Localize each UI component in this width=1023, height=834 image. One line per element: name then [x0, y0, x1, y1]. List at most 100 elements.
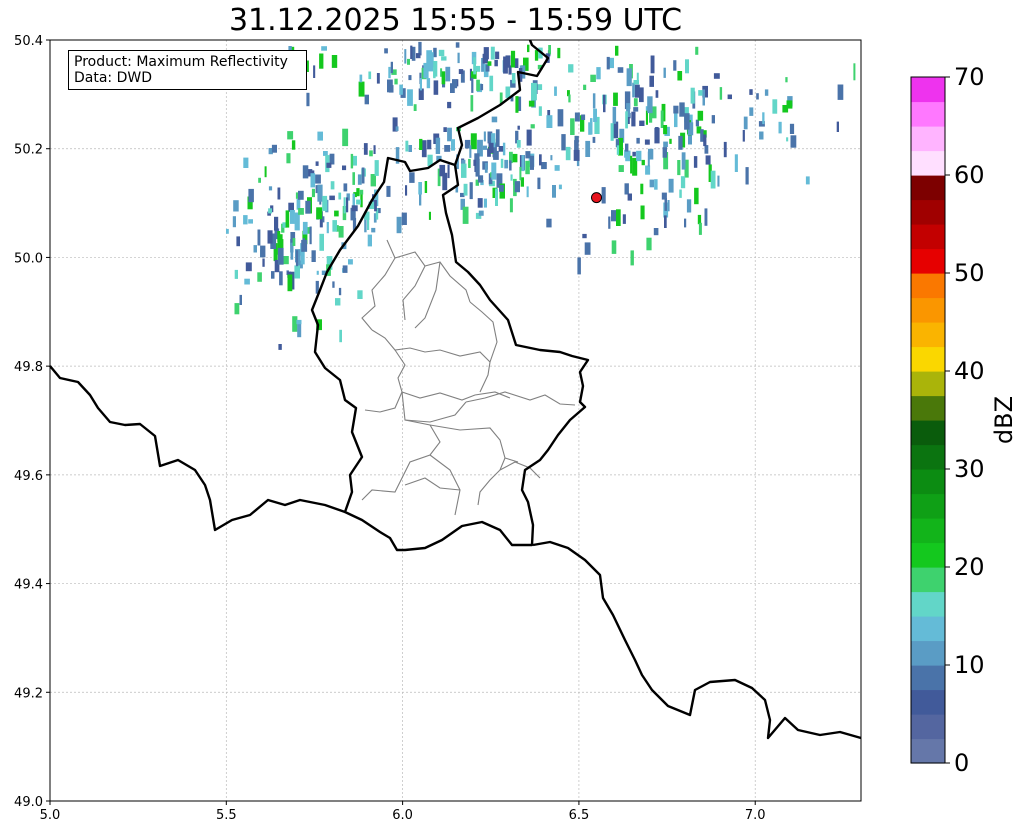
district-boundaries [361, 239, 576, 516]
echo-cell [554, 165, 560, 171]
echo-cell [444, 145, 451, 152]
echo-cell [612, 106, 617, 124]
echo-cell [525, 160, 530, 175]
echo-cell [286, 153, 291, 164]
echo-cell [550, 155, 553, 161]
echo-cell [593, 108, 597, 122]
district-boundary [479, 361, 491, 393]
echo-cell [410, 45, 413, 59]
echo-cell [611, 240, 617, 254]
echo-cell [655, 127, 659, 141]
echo-cell [285, 210, 290, 228]
echo-cell [315, 161, 319, 166]
echo-cell [552, 185, 556, 198]
radar-site-marker[interactable] [591, 192, 602, 204]
echo-cell [426, 50, 432, 66]
echo-cell [673, 105, 679, 114]
echo-cell [649, 179, 654, 188]
echo-cell [669, 138, 672, 144]
echo-cell [297, 323, 302, 338]
echo-cell [309, 226, 312, 245]
echo-cell [473, 57, 476, 75]
echo-cell [679, 102, 685, 117]
echo-cell [491, 116, 498, 123]
echo-cell [287, 131, 294, 140]
echo-cell [640, 183, 644, 195]
echo-cell [527, 44, 530, 53]
echo-cell [641, 159, 645, 166]
echo-cell [271, 144, 277, 153]
echo-cell [530, 155, 534, 170]
echo-cell [334, 210, 339, 217]
echo-cell [461, 163, 467, 178]
echo-cell [507, 56, 510, 66]
echo-cell [495, 129, 500, 147]
echo-cell [786, 100, 793, 109]
echo-cell [636, 72, 639, 81]
echo-cell [519, 166, 522, 181]
echo-cell [517, 125, 520, 130]
echo-cell [663, 125, 668, 135]
echo-cell [294, 265, 300, 279]
echo-cell [374, 200, 377, 212]
y-tick-label: 50.0 [14, 251, 43, 266]
echo-cell [363, 143, 368, 155]
echo-cell [463, 183, 468, 196]
country-borders [49, 39, 862, 740]
echo-cell [447, 164, 450, 179]
echo-cell [690, 87, 695, 104]
echo-cell [684, 113, 690, 130]
echo-cell [616, 145, 620, 155]
echo-cell [475, 158, 480, 177]
echo-cell [570, 118, 575, 135]
echo-cell [348, 259, 353, 265]
echo-cell [484, 162, 488, 173]
echo-cell [342, 265, 348, 273]
echo-cell [664, 215, 667, 228]
echo-cell [678, 135, 683, 150]
echo-cell [353, 155, 357, 166]
echo-cell [615, 45, 619, 56]
marker-dot[interactable] [591, 192, 602, 204]
echo-cell [697, 110, 704, 121]
echo-cell [511, 73, 516, 84]
radar-map[interactable]: 5.0 5.5 6.0 6.5 7.0 49.0 49.2 49.4 49.6 49.8 50.0… [0, 0, 1023, 834]
echo-cell [611, 210, 617, 222]
echo-cell [343, 197, 346, 214]
echo-cell [232, 216, 236, 228]
echo-cell [279, 271, 283, 286]
echo-cell [749, 107, 754, 116]
echo-cell [342, 165, 347, 171]
echo-cell [630, 155, 633, 174]
echo-cell [528, 100, 535, 107]
echo-cell [346, 197, 349, 213]
echo-cell [504, 159, 509, 169]
data-source-label: Data: DWD [74, 70, 152, 86]
echo-cell [514, 181, 520, 193]
echo-cell [655, 90, 659, 98]
echo-cell [357, 290, 363, 299]
plot-frame [49, 39, 862, 802]
echo-cell [573, 149, 580, 161]
echo-cell [554, 86, 557, 96]
echo-cell [836, 121, 839, 132]
echo-cell [711, 115, 715, 124]
echo-cell [343, 183, 348, 192]
echo-cell [332, 281, 335, 288]
echo-cell [509, 198, 513, 213]
echo-cell [244, 278, 250, 285]
echo-cell [710, 170, 716, 189]
echo-cell [317, 131, 323, 141]
echo-cell [408, 145, 412, 152]
echo-cell [387, 79, 393, 93]
echo-cell [646, 237, 652, 251]
echo-cell [588, 122, 592, 135]
x-tick-label: 5.0 [40, 808, 61, 823]
echo-cell [332, 220, 337, 232]
echo-cell [617, 67, 624, 73]
echo-cell [473, 159, 477, 166]
y-tick-label: 49.6 [14, 469, 43, 484]
echo-cell [668, 178, 674, 193]
echo-cell [351, 205, 358, 212]
echo-cell [526, 129, 532, 146]
